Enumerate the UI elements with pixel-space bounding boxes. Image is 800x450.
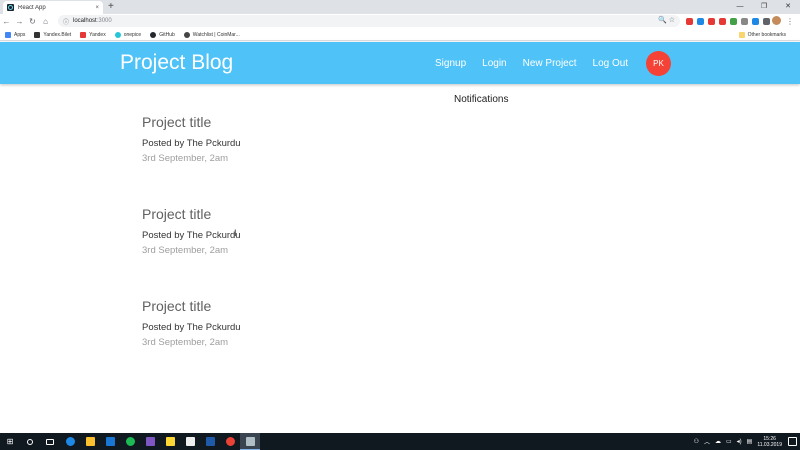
extension-icon[interactable] — [730, 18, 737, 25]
chrome-icon[interactable] — [220, 433, 240, 450]
project-title: Project title — [142, 114, 212, 130]
home-icon[interactable]: ⌂ — [39, 17, 52, 26]
system-tray: ⚇ ︿ ☁ ▭ ◂) ▤ 15:26 11.03.2019 — [694, 433, 782, 450]
word-icon[interactable] — [200, 433, 220, 450]
bookmark-onepice[interactable]: onepice — [114, 31, 142, 38]
spotify-icon[interactable] — [120, 433, 140, 450]
react-icon — [7, 4, 14, 11]
bookmark-label: GitHub — [159, 31, 175, 38]
url-port: :3000 — [96, 18, 112, 24]
new-tab-button[interactable]: + — [108, 1, 114, 13]
window-close-button[interactable]: ✕ — [776, 0, 800, 14]
bookmark-label: onepice — [123, 31, 142, 38]
minimize-button[interactable]: — — [728, 0, 752, 14]
cloud-icon[interactable]: ☁ — [715, 438, 721, 445]
nav-link-log-out[interactable]: Log Out — [585, 58, 637, 69]
tab-title: React App — [18, 4, 46, 11]
project-card[interactable]: Project title Posted by The Pckurdu 3rd … — [142, 206, 241, 256]
window-controls: — ❐ ✕ — [728, 0, 800, 14]
text-cursor-icon: I — [234, 228, 237, 238]
people-icon[interactable]: ⚇ — [694, 438, 699, 445]
folder-icon — [738, 32, 745, 38]
nav-link-signup[interactable]: Signup — [427, 58, 474, 69]
app-icon[interactable] — [160, 433, 180, 450]
app-navbar: Project Blog Signup Login New Project Lo… — [0, 42, 800, 84]
browser-tabstrip: React App × + — ❐ ✕ — [0, 0, 800, 14]
extension-icon[interactable] — [719, 18, 726, 25]
menu-icon[interactable]: ⋮ — [786, 14, 794, 29]
clock-date: 11.03.2019 — [757, 441, 782, 448]
notifications-title: Notifications — [454, 94, 509, 105]
bookmark-label: Yandex — [89, 31, 106, 38]
project-date: 3rd September, 2am — [142, 153, 229, 164]
visual-studio-icon[interactable] — [140, 433, 160, 450]
keyboard-icon[interactable]: ▤ — [747, 438, 753, 445]
windows-start-icon[interactable]: ⊞ — [0, 437, 20, 446]
windows-taskbar: ⊞ ⚇ ︿ ☁ ▭ ◂) ▤ 15:26 11.03.2019 — [0, 433, 800, 450]
extension-icon[interactable] — [752, 18, 759, 25]
bookmark-label: Yandex.Bilet — [43, 31, 72, 38]
reload-icon[interactable]: ↻ — [26, 17, 39, 26]
onepice-icon — [114, 31, 121, 38]
project-author: Posted by The Pckurdu — [142, 322, 241, 333]
search-icon[interactable] — [20, 433, 40, 450]
clock[interactable]: 15:26 11.03.2019 — [757, 436, 782, 448]
extension-icon[interactable] — [763, 18, 770, 25]
brand-logo[interactable]: Project Blog — [120, 51, 233, 75]
visual-studio-code-icon[interactable] — [100, 433, 120, 450]
chevron-up-icon[interactable]: ︿ — [704, 437, 710, 446]
profile-avatar[interactable] — [772, 16, 781, 25]
github-icon — [150, 31, 157, 38]
volume-icon[interactable]: ◂) — [737, 438, 742, 445]
nav-link-new-project[interactable]: New Project — [515, 58, 585, 69]
bookmark-apps[interactable]: Apps — [5, 31, 26, 38]
tab-react-app[interactable]: React App × — [3, 1, 103, 14]
notepad-icon[interactable] — [180, 433, 200, 450]
network-icon[interactable]: ▭ — [726, 438, 732, 445]
browser-toolbar: ← → ↻ ⌂ ⓘ localhost :3000 🔍 ☆ — [0, 14, 800, 29]
coinmarketcap-icon — [183, 31, 190, 38]
arrow-right-icon[interactable]: → — [13, 17, 26, 26]
address-bar[interactable]: ⓘ localhost :3000 🔍 ☆ — [58, 15, 680, 27]
bookmark-star-icon[interactable]: 🔍 ☆ — [658, 15, 675, 27]
other-bookmarks[interactable]: Other bookmarks — [738, 32, 786, 38]
nav-links: Signup Login New Project Log Out — [427, 42, 636, 84]
bookmark-label: Watchlist | CoinMar... — [192, 31, 240, 38]
project-title: Project title — [142, 206, 212, 222]
other-bookmarks-label: Other bookmarks — [747, 32, 786, 38]
nav-link-login[interactable]: Login — [474, 58, 514, 69]
project-card[interactable]: Project title Posted by The Pckurdu 3rd … — [142, 298, 241, 348]
info-icon[interactable]: ⓘ — [63, 17, 69, 26]
user-avatar[interactable]: PK — [646, 51, 671, 76]
project-card[interactable]: Project title Posted by The Pckurdu 3rd … — [142, 114, 241, 164]
bookmarks-bar: Apps Yandex.Bilet Yandex onepice GitHub … — [0, 29, 800, 41]
maximize-button[interactable]: ❐ — [752, 0, 776, 14]
project-author: Posted by The Pckurdu — [142, 230, 241, 241]
snipping-tool-icon[interactable] — [240, 433, 260, 450]
file-explorer-icon[interactable] — [80, 433, 100, 450]
edge-icon[interactable] — [60, 433, 80, 450]
project-title: Project title — [142, 298, 212, 314]
extension-icon[interactable] — [686, 18, 693, 25]
close-icon[interactable]: × — [95, 5, 99, 11]
extension-icon[interactable] — [697, 18, 704, 25]
bookmark-label: Apps — [14, 31, 26, 38]
task-view-icon[interactable] — [40, 433, 60, 450]
project-author: Posted by The Pckurdu — [142, 138, 241, 149]
bookmark-yandex-bilet[interactable]: Yandex.Bilet — [34, 31, 72, 38]
project-date: 3rd September, 2am — [142, 337, 229, 348]
project-date: 3rd September, 2am — [142, 245, 229, 256]
bookmark-github[interactable]: GitHub — [150, 31, 175, 38]
arrow-left-icon[interactable]: ← — [0, 17, 13, 26]
yandex-bilet-icon — [34, 31, 41, 38]
url-host: localhost — [73, 18, 97, 24]
extension-icon[interactable] — [708, 18, 715, 25]
bookmark-watchlist[interactable]: Watchlist | CoinMar... — [183, 31, 240, 38]
apps-grid-icon — [5, 31, 11, 38]
notification-center-icon[interactable] — [788, 437, 797, 446]
bookmark-yandex[interactable]: Yandex — [80, 31, 106, 38]
yandex-icon — [80, 31, 87, 38]
extension-icons — [686, 15, 770, 28]
extension-icon[interactable] — [741, 18, 748, 25]
